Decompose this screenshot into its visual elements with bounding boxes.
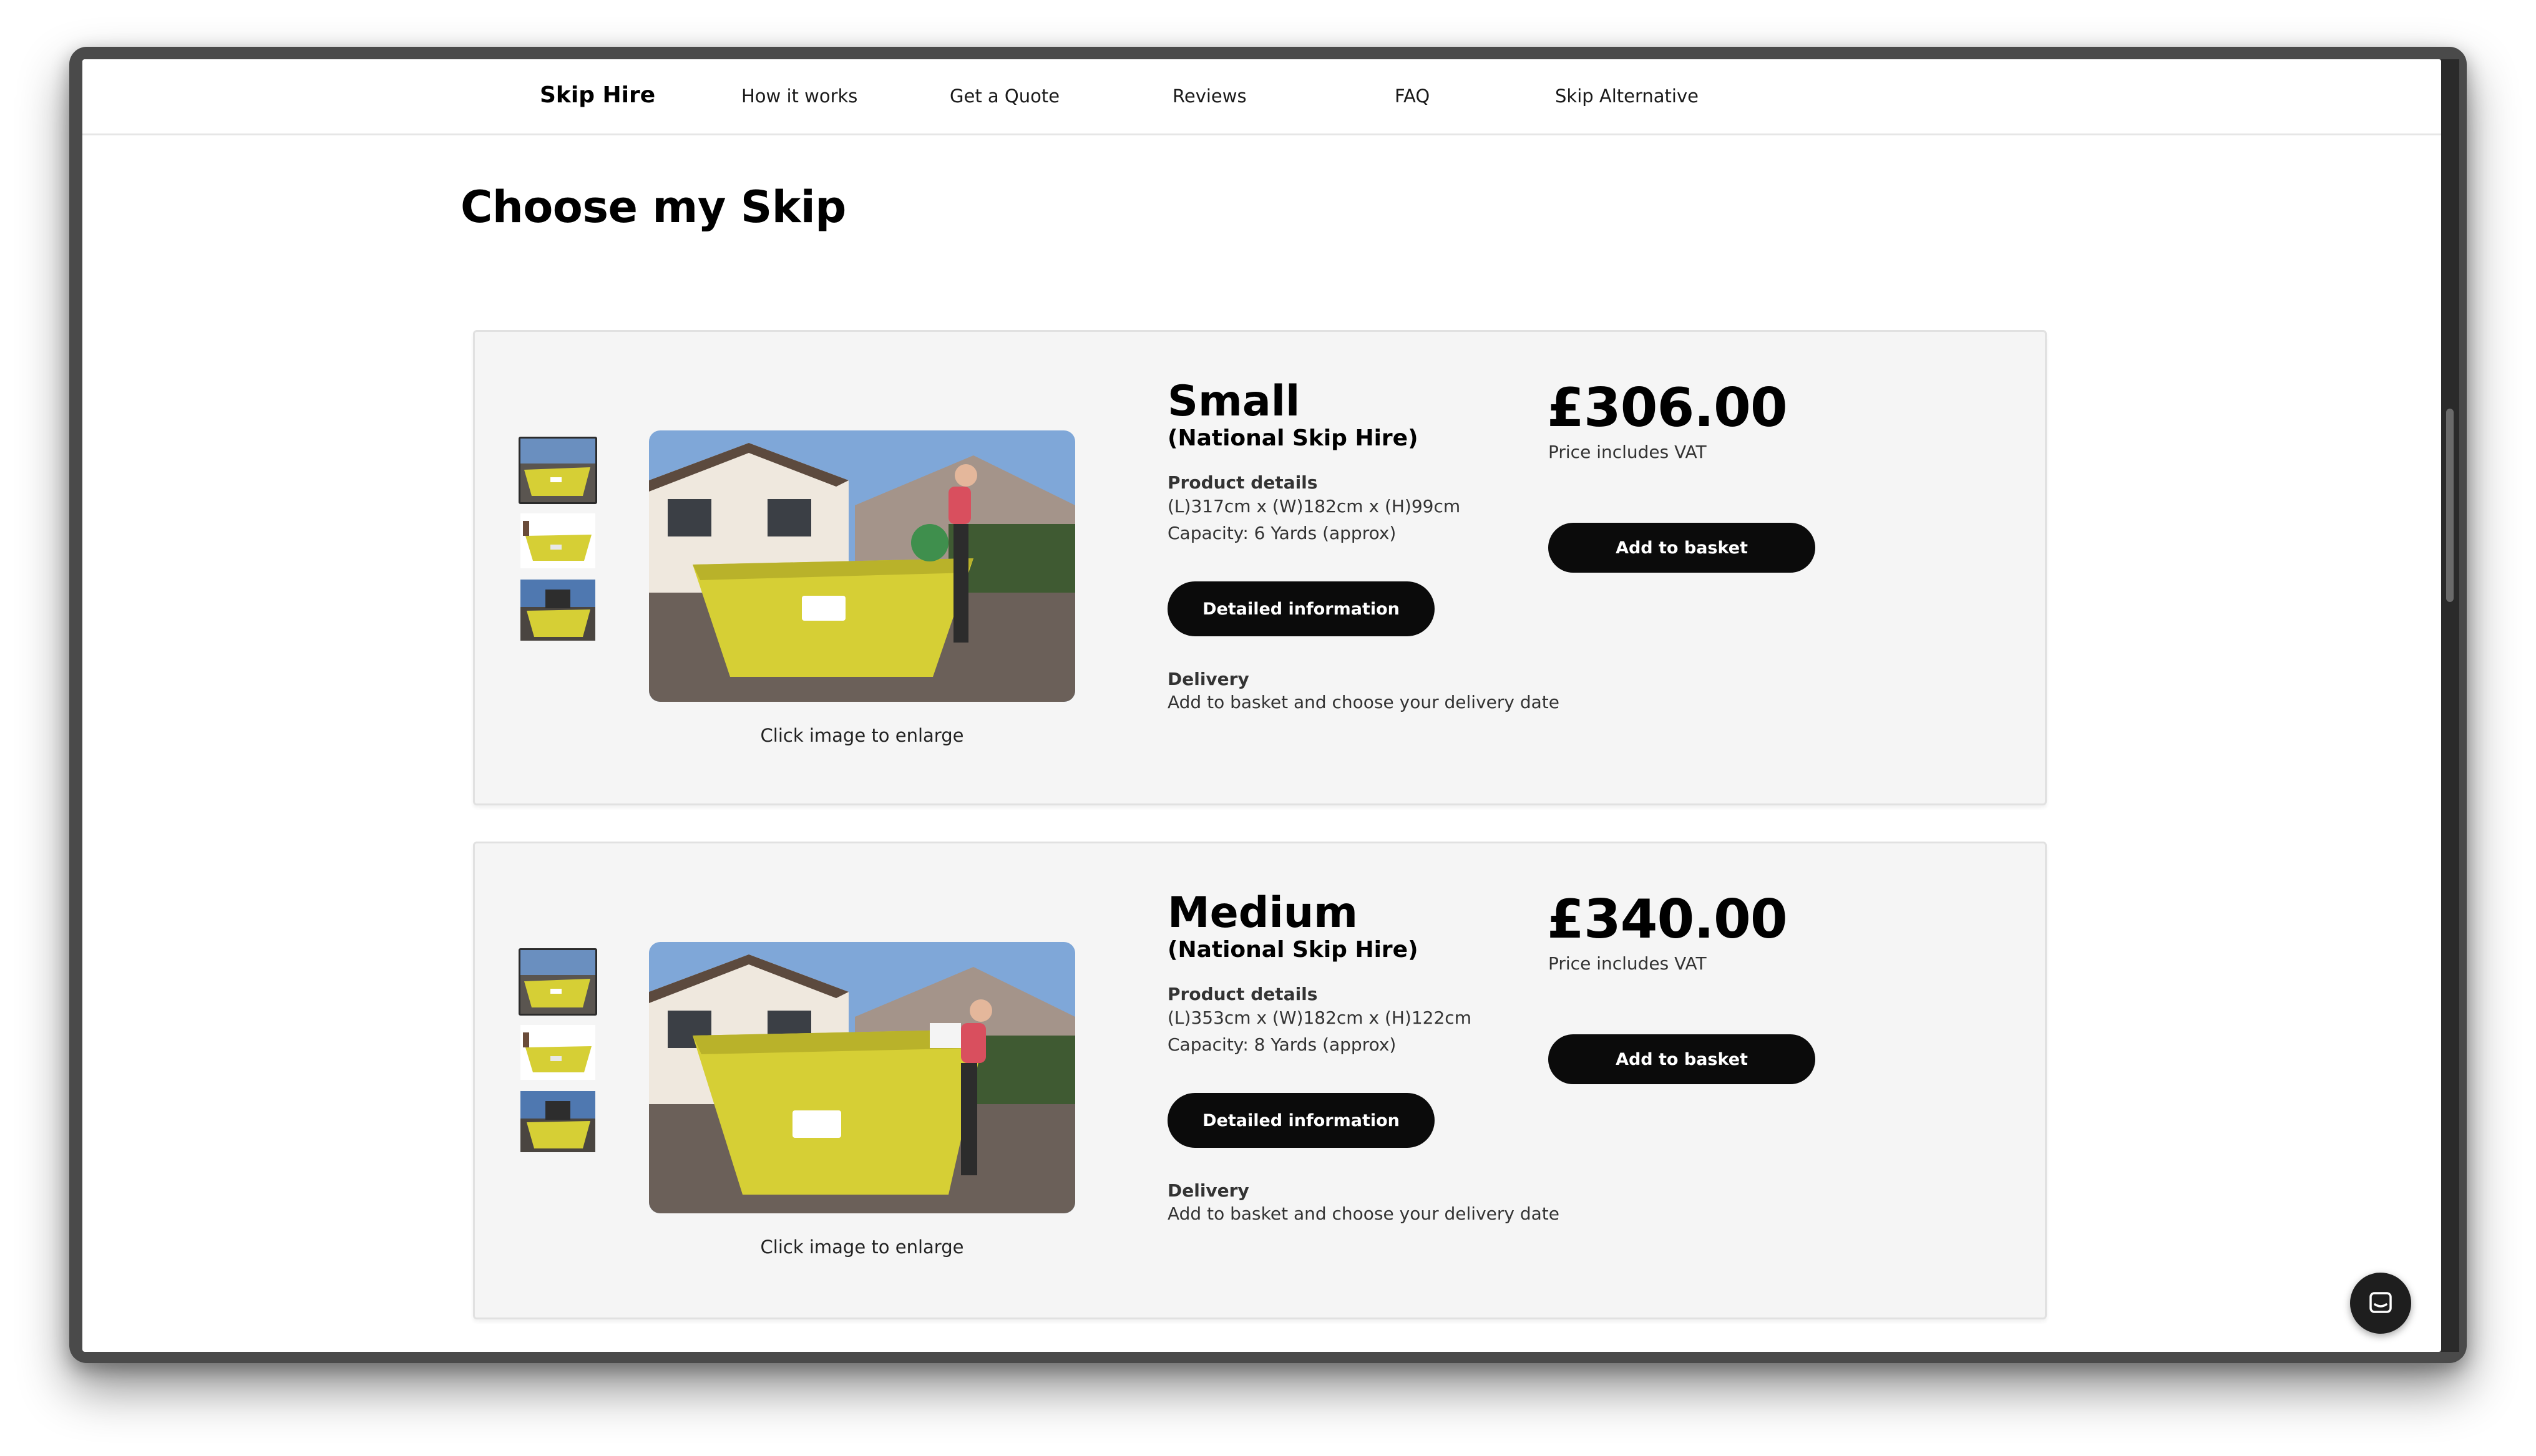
nav-brand-skip-hire[interactable]: Skip Hire <box>540 82 655 108</box>
vat-note: Price includes VAT <box>1548 442 1707 462</box>
product-details-label: Product details <box>1168 472 1318 493</box>
nav-item-how-it-works[interactable]: How it works <box>741 85 857 107</box>
vat-note: Price includes VAT <box>1548 953 1707 974</box>
product-size: Small <box>1168 377 1300 426</box>
chat-launcher-button[interactable] <box>2350 1273 2411 1334</box>
delivery-label: Delivery <box>1168 1180 1249 1201</box>
add-to-basket-button[interactable]: Add to basket <box>1548 523 1815 573</box>
product-card-small: Click image to enlarge Small (National S… <box>473 330 2047 805</box>
thumbnail-2[interactable] <box>519 1023 597 1082</box>
detailed-information-button[interactable]: Detailed information <box>1168 1093 1435 1148</box>
thumbnail-1[interactable] <box>519 437 597 504</box>
product-card-medium: Click image to enlarge Medium (National … <box>473 842 2047 1319</box>
thumbnail-1[interactable] <box>519 948 597 1016</box>
top-nav: Skip Hire How it works Get a Quote Revie… <box>82 59 2441 135</box>
product-service: (National Skip Hire) <box>1168 937 1418 963</box>
scrollbar-thumb[interactable] <box>2446 409 2454 602</box>
nav-item-reviews[interactable]: Reviews <box>1173 85 1247 107</box>
scrollbar[interactable] <box>2441 59 2459 1352</box>
page-title: Choose my Skip <box>461 182 846 233</box>
product-size: Medium <box>1168 888 1358 938</box>
product-capacity: Capacity: 8 Yards (approx) <box>1168 1034 1397 1055</box>
nav-item-skip-alternative[interactable]: Skip Alternative <box>1555 85 1699 107</box>
thumbnail-2[interactable] <box>519 512 597 570</box>
product-dimensions: (L)317cm x (W)182cm x (H)99cm <box>1168 496 1461 517</box>
image-caption: Click image to enlarge <box>760 1236 964 1258</box>
thumbnail-3[interactable] <box>519 578 597 643</box>
detailed-information-button[interactable]: Detailed information <box>1168 581 1435 636</box>
product-capacity: Capacity: 6 Yards (approx) <box>1168 523 1397 543</box>
product-dimensions: (L)353cm x (W)182cm x (H)122cm <box>1168 1007 1471 1028</box>
delivery-text: Add to basket and choose your delivery d… <box>1168 692 1559 712</box>
chat-bubble-icon <box>2369 1292 2392 1313</box>
main-product-image[interactable] <box>649 942 1075 1213</box>
product-service: (National Skip Hire) <box>1168 425 1418 451</box>
product-price: £306.00 <box>1547 377 1788 439</box>
page-viewport[interactable]: Skip Hire How it works Get a Quote Revie… <box>82 59 2441 1352</box>
thumbnail-3[interactable] <box>519 1089 597 1154</box>
nav-item-get-a-quote[interactable]: Get a Quote <box>950 85 1060 107</box>
browser-window: Skip Hire How it works Get a Quote Revie… <box>69 47 2467 1363</box>
delivery-label: Delivery <box>1168 669 1249 689</box>
delivery-text: Add to basket and choose your delivery d… <box>1168 1203 1559 1224</box>
add-to-basket-button[interactable]: Add to basket <box>1548 1034 1815 1084</box>
product-price: £340.00 <box>1547 888 1788 951</box>
nav-item-faq[interactable]: FAQ <box>1395 85 1430 107</box>
image-caption: Click image to enlarge <box>760 725 964 746</box>
product-details-label: Product details <box>1168 984 1318 1004</box>
main-product-image[interactable] <box>649 430 1075 702</box>
